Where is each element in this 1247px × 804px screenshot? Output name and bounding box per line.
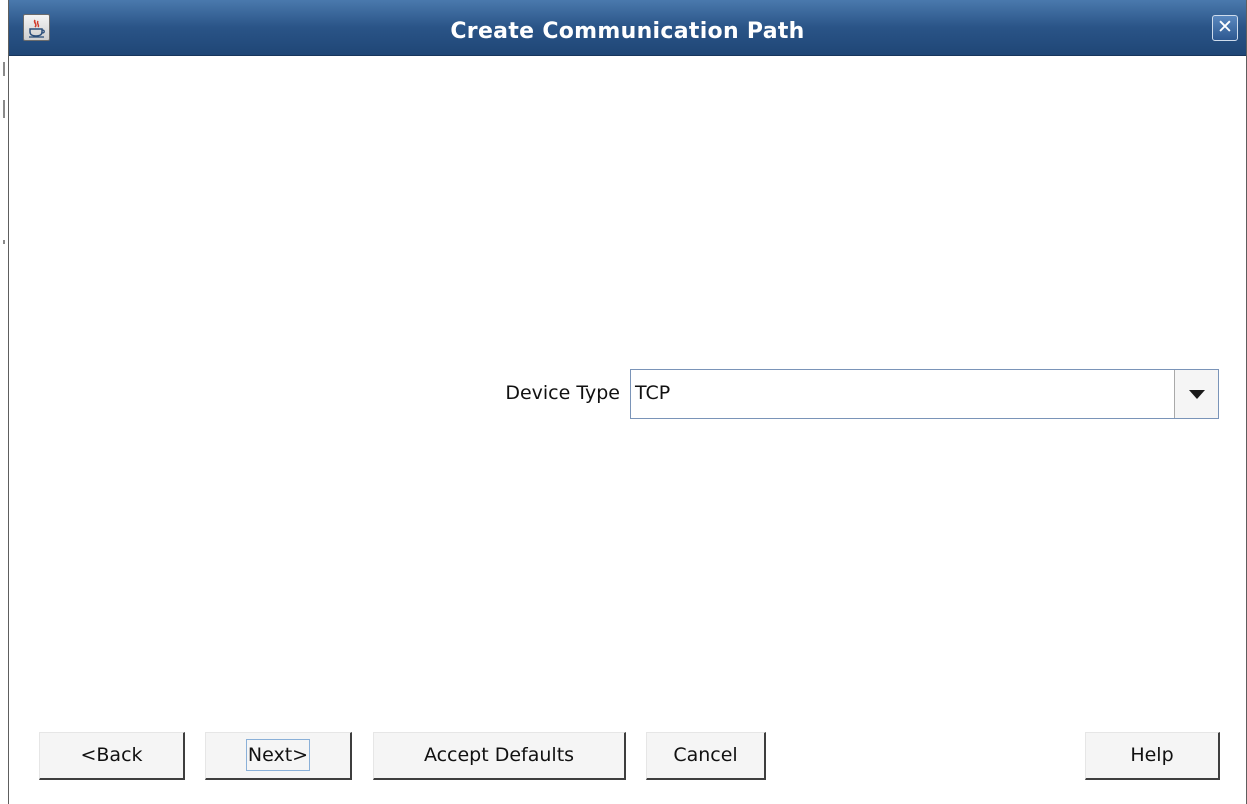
device-type-dropdown-button[interactable] [1174,370,1218,418]
device-type-label: Device Type [505,382,620,404]
title-bar[interactable]: Create Communication Path ✕ [9,0,1246,56]
screen: Create Communication Path ✕ Device Type … [0,0,1247,804]
next-button-label: Next> [245,739,311,771]
edge-mark [3,240,5,244]
device-type-select[interactable]: TCP [630,369,1219,419]
close-icon[interactable]: ✕ [1212,15,1238,41]
edge-mark [3,100,5,118]
edge-mark [3,62,5,76]
cancel-button[interactable]: Cancel [646,732,766,780]
chevron-down-icon [1189,390,1205,399]
help-button[interactable]: Help [1085,732,1220,780]
next-button[interactable]: Next> [205,732,352,780]
back-button[interactable]: <Back [39,732,185,780]
dialog-content: Device Type TCP <Back Next> Accept Defau… [9,56,1246,804]
create-communication-path-dialog: Create Communication Path ✕ Device Type … [8,0,1247,804]
device-type-value: TCP [635,382,671,404]
accept-defaults-button[interactable]: Accept Defaults [373,732,626,780]
window-title: Create Communication Path [450,19,805,44]
desktop-edge [0,0,8,804]
